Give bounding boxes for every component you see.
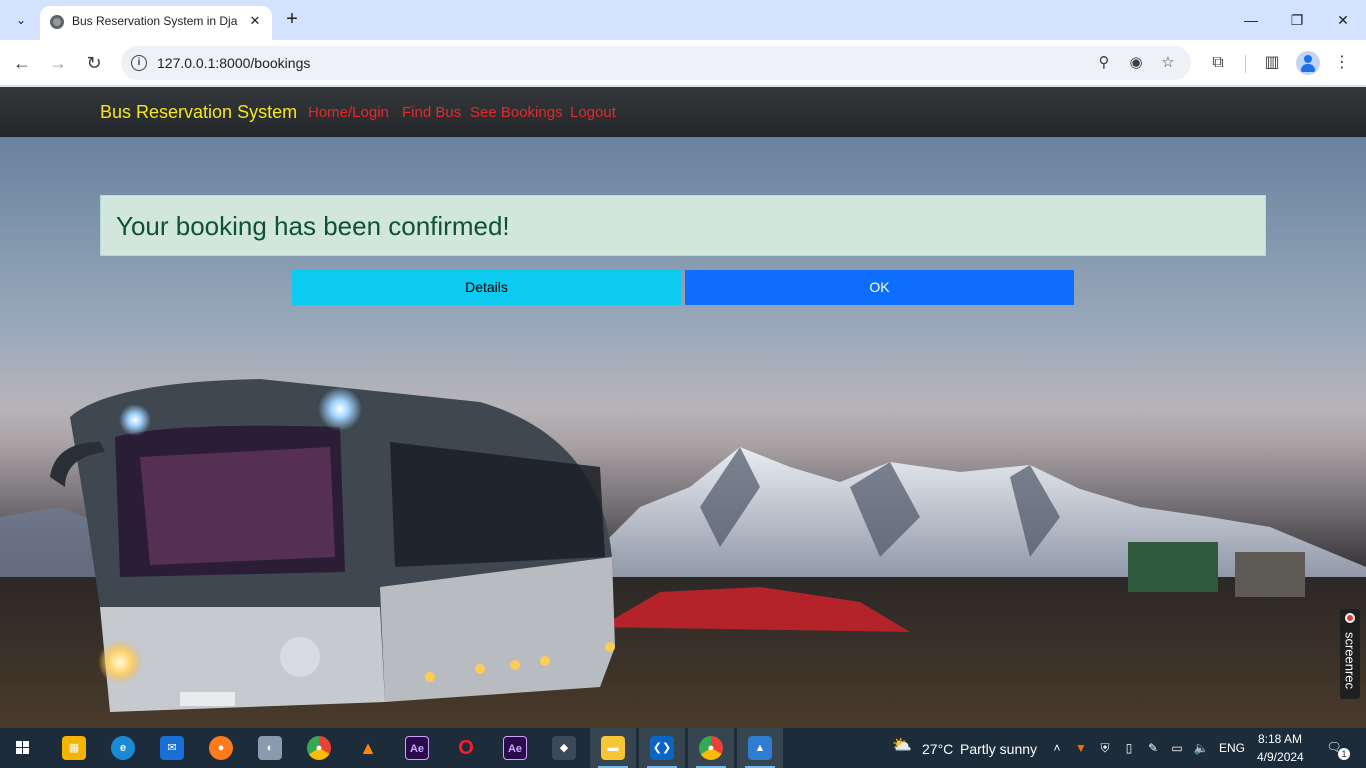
web-page: Bus Reservation System Home/Login Find B… — [0, 87, 1366, 728]
photos-icon[interactable]: ▲ — [737, 728, 783, 768]
nav-link-home-login[interactable]: Home/Login — [308, 104, 389, 121]
browser-menu-icon[interactable]: ⋮ — [1330, 51, 1354, 75]
zoom-icon[interactable]: ⚲ — [1094, 53, 1114, 73]
eye-icon[interactable]: ◉ — [1126, 53, 1146, 73]
forward-arrow-icon[interactable]: → — [46, 51, 70, 75]
address-bar[interactable]: i 127.0.0.1:8000/bookings ⚲ ◉ ☆ — [121, 46, 1191, 80]
weather-temperature[interactable]: 27°C — [922, 741, 953, 757]
minimize-window-icon[interactable]: — — [1236, 8, 1266, 32]
site-navbar: Bus Reservation System Home/Login Find B… — [0, 87, 1366, 137]
close-window-icon[interactable]: ✕ — [1328, 8, 1358, 32]
volume-icon[interactable]: 🔈 — [1193, 740, 1209, 756]
side-panel-icon[interactable]: ▥ — [1260, 51, 1284, 75]
nav-link-find-bus[interactable]: Find Bus — [402, 104, 461, 121]
screenrec-label: screenrec — [1342, 631, 1358, 690]
details-button[interactable]: Details — [292, 270, 681, 305]
firefox-icon[interactable]: ● — [198, 728, 244, 768]
edge-icon[interactable]: e — [100, 728, 146, 768]
browser-toolbar: ← → ↻ i 127.0.0.1:8000/bookings ⚲ ◉ ☆ ⧉ … — [0, 40, 1366, 86]
microsoft-store-icon[interactable]: ▦ — [51, 728, 97, 768]
back-arrow-icon[interactable]: ← — [10, 51, 34, 75]
mail-icon[interactable]: ✉ — [149, 728, 195, 768]
chrome-active-icon[interactable]: ● — [688, 728, 734, 768]
network-icon[interactable]: ▭ — [1169, 740, 1185, 756]
photos-app-icon[interactable]: ◐ — [247, 728, 293, 768]
nav-link-logout[interactable]: Logout — [570, 104, 616, 121]
profile-avatar-icon[interactable] — [1296, 51, 1320, 75]
clock-date[interactable]: 4/9/2024 — [1257, 750, 1304, 764]
brave-icon[interactable]: ▼ — [1073, 740, 1089, 756]
weather-partly-sunny-icon[interactable]: ⛅ — [890, 738, 914, 758]
restore-window-icon[interactable]: ❐ — [1282, 8, 1312, 32]
pen-icon[interactable]: ✎ — [1145, 740, 1161, 756]
clock-time[interactable]: 8:18 AM — [1258, 732, 1302, 746]
windows-start-icon[interactable] — [0, 728, 46, 768]
screenrec-widget[interactable]: screenrec — [1340, 609, 1360, 699]
file-explorer-icon[interactable]: ▬ — [590, 728, 636, 768]
opera-icon[interactable]: O — [443, 728, 489, 768]
chevron-up-icon[interactable]: ˄ — [1049, 740, 1065, 756]
tab-title: Bus Reservation System in Djan — [72, 14, 238, 28]
usb-icon[interactable]: ▯ — [1121, 740, 1137, 756]
weather-description[interactable]: Partly sunny — [960, 741, 1037, 757]
alert-message: Your booking has been confirmed! — [116, 211, 510, 241]
new-tab-plus-icon[interactable]: + — [281, 8, 303, 30]
chrome-icon[interactable]: ● — [296, 728, 342, 768]
site-info-icon[interactable]: i — [131, 55, 147, 71]
browser-tab[interactable]: Bus Reservation System in Djan ✕ — [40, 6, 272, 40]
close-tab-icon[interactable]: ✕ — [246, 12, 264, 30]
globe-icon — [50, 15, 64, 29]
vlc-icon[interactable]: ▲ — [345, 728, 391, 768]
bus-mountain-background-image — [0, 379, 1366, 728]
notification-count-badge: 1 — [1338, 748, 1350, 760]
success-alert: Your booking has been confirmed! — [100, 195, 1266, 256]
bookmark-star-icon[interactable]: ☆ — [1158, 53, 1178, 73]
windows-taskbar: ▦ e ✉ ● ◐ ● ▲ Ae O Ae ◆ ▬ ❮❯ ● ▲ ⛅ 27°C … — [0, 728, 1366, 768]
after-effects-icon-2[interactable]: Ae — [492, 728, 538, 768]
after-effects-icon[interactable]: Ae — [394, 728, 440, 768]
toolbar-divider — [1245, 55, 1246, 73]
browser-tab-strip: ⌄ Bus Reservation System in Djan ✕ + — ❐… — [0, 0, 1366, 40]
site-brand[interactable]: Bus Reservation System — [100, 102, 297, 123]
ok-button[interactable]: OK — [685, 270, 1074, 305]
security-shield-icon[interactable]: ⛨ — [1097, 740, 1113, 756]
reload-icon[interactable]: ↻ — [82, 51, 106, 75]
address-url[interactable]: 127.0.0.1:8000/bookings — [157, 55, 310, 71]
extensions-puzzle-icon[interactable]: ⧉ — [1206, 51, 1230, 75]
tab-search-chevron-icon[interactable]: ⌄ — [8, 7, 34, 33]
vscode-icon[interactable]: ❮❯ — [639, 728, 685, 768]
nav-link-see-bookings[interactable]: See Bookings — [470, 104, 563, 121]
language-indicator[interactable]: ENG — [1219, 741, 1245, 755]
inkscape-icon[interactable]: ◆ — [541, 728, 587, 768]
